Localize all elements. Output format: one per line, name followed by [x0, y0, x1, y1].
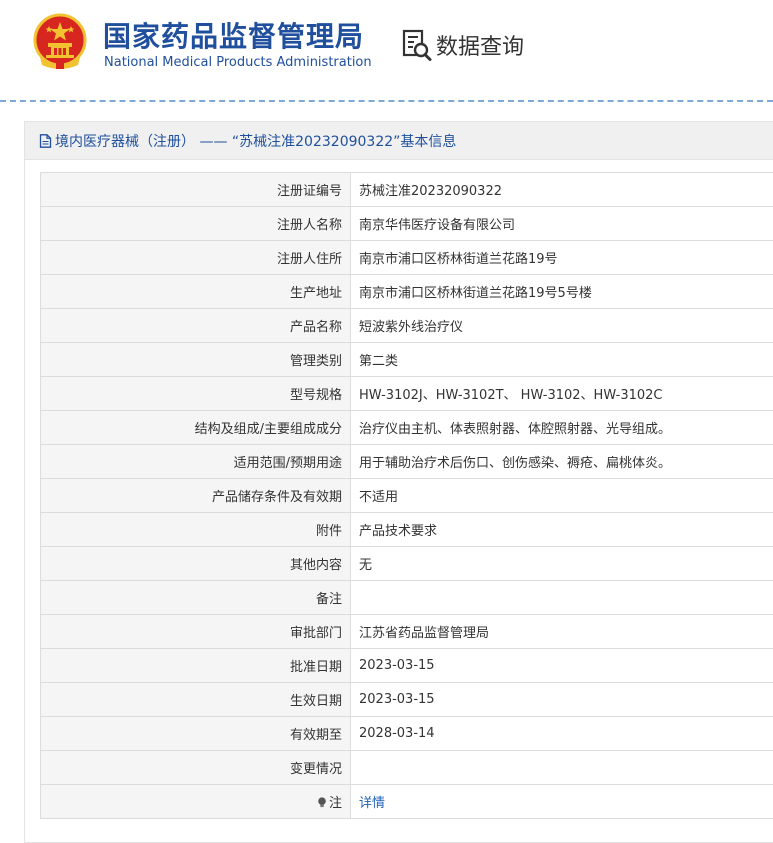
search-document-icon: [402, 28, 432, 62]
header-divider: [0, 100, 773, 102]
table-row: 批准日期 2023-03-15: [41, 649, 773, 683]
table-row: 附件 产品技术要求: [41, 513, 773, 547]
row-value: 2028-03-14: [351, 717, 773, 751]
table-row: 注 详情: [41, 785, 773, 819]
row-label: 管理类别: [41, 343, 351, 377]
row-value: 南京市浦口区桥林街道兰花路19号5号楼: [351, 275, 773, 309]
row-value: 南京华伟医疗设备有限公司: [351, 207, 773, 241]
table-row: 结构及组成/主要组成成分 治疗仪由主机、体表照射器、体腔照射器、光导组成。: [41, 411, 773, 445]
row-label: 结构及组成/主要组成成分: [41, 411, 351, 445]
note-label: 注: [41, 785, 351, 819]
note-value: 详情: [351, 785, 773, 819]
row-label: 备注: [41, 581, 351, 615]
data-query-label: 数据查询: [436, 29, 524, 61]
row-label: 审批部门: [41, 615, 351, 649]
row-label: 有效期至: [41, 717, 351, 751]
site-header: 国家药品监督管理局 National Medical Products Admi…: [0, 0, 773, 100]
row-label: 注册人名称: [41, 207, 351, 241]
row-value: 江苏省药品监督管理局: [351, 615, 773, 649]
row-label: 批准日期: [41, 649, 351, 683]
row-value: 用于辅助治疗术后伤口、创伤感染、褥疮、扁桃体炎。: [351, 445, 773, 479]
detail-panel: 境内医疗器械（注册） —— “苏械注准20232090322”基本信息 注册证编…: [24, 121, 773, 843]
panel-header: 境内医疗器械（注册） —— “苏械注准20232090322”基本信息: [25, 122, 773, 160]
row-value: 苏械注准20232090322: [351, 173, 773, 207]
national-emblem-icon: [33, 13, 87, 71]
table-row: 审批部门 江苏省药品监督管理局: [41, 615, 773, 649]
row-value: 无: [351, 547, 773, 581]
row-label: 生产地址: [41, 275, 351, 309]
row-value: 南京市浦口区桥林街道兰花路19号: [351, 241, 773, 275]
row-value: 第二类: [351, 343, 773, 377]
row-value: 短波紫外线治疗仪: [351, 309, 773, 343]
row-label: 其他内容: [41, 547, 351, 581]
row-label: 附件: [41, 513, 351, 547]
table-row: 产品储存条件及有效期 不适用: [41, 479, 773, 513]
data-query-link[interactable]: 数据查询: [402, 28, 524, 62]
details-link[interactable]: 详情: [359, 796, 385, 811]
row-label: 变更情况: [41, 751, 351, 785]
table-row: 注册人名称 南京华伟医疗设备有限公司: [41, 207, 773, 241]
row-value: [351, 751, 773, 785]
table-row: 生产地址 南京市浦口区桥林街道兰花路19号5号楼: [41, 275, 773, 309]
agency-title-cn: 国家药品监督管理局: [103, 15, 364, 55]
lightbulb-icon: [317, 797, 327, 808]
registration-info-table: 注册证编号 苏械注准20232090322 注册人名称 南京华伟医疗设备有限公司…: [40, 172, 773, 819]
row-label: 型号规格: [41, 377, 351, 411]
agency-title-en: National Medical Products Administration: [104, 55, 372, 70]
row-value: 2023-03-15: [351, 649, 773, 683]
table-row: 型号规格 HW-3102J、HW-3102T、 HW-3102、HW-3102C: [41, 377, 773, 411]
table-row: 变更情况: [41, 751, 773, 785]
note-label-text: 注: [329, 796, 342, 811]
document-icon: [39, 134, 52, 148]
table-row: 注册证编号 苏械注准20232090322: [41, 173, 773, 207]
table-row: 产品名称 短波紫外线治疗仪: [41, 309, 773, 343]
row-value: 治疗仪由主机、体表照射器、体腔照射器、光导组成。: [351, 411, 773, 445]
row-value: 2023-03-15: [351, 683, 773, 717]
row-value: HW-3102J、HW-3102T、 HW-3102、HW-3102C: [351, 377, 773, 411]
row-label: 适用范围/预期用途: [41, 445, 351, 479]
row-label: 注册证编号: [41, 173, 351, 207]
panel-title: 境内医疗器械（注册） —— “苏械注准20232090322”基本信息: [55, 131, 456, 151]
row-value: [351, 581, 773, 615]
table-row: 有效期至 2028-03-14: [41, 717, 773, 751]
table-row: 备注: [41, 581, 773, 615]
table-row: 注册人住所 南京市浦口区桥林街道兰花路19号: [41, 241, 773, 275]
row-value: 不适用: [351, 479, 773, 513]
row-label: 产品名称: [41, 309, 351, 343]
table-row: 生效日期 2023-03-15: [41, 683, 773, 717]
row-label: 生效日期: [41, 683, 351, 717]
row-value: 产品技术要求: [351, 513, 773, 547]
row-label: 产品储存条件及有效期: [41, 479, 351, 513]
row-label: 注册人住所: [41, 241, 351, 275]
table-row: 适用范围/预期用途 用于辅助治疗术后伤口、创伤感染、褥疮、扁桃体炎。: [41, 445, 773, 479]
table-row: 管理类别 第二类: [41, 343, 773, 377]
table-row: 其他内容 无: [41, 547, 773, 581]
